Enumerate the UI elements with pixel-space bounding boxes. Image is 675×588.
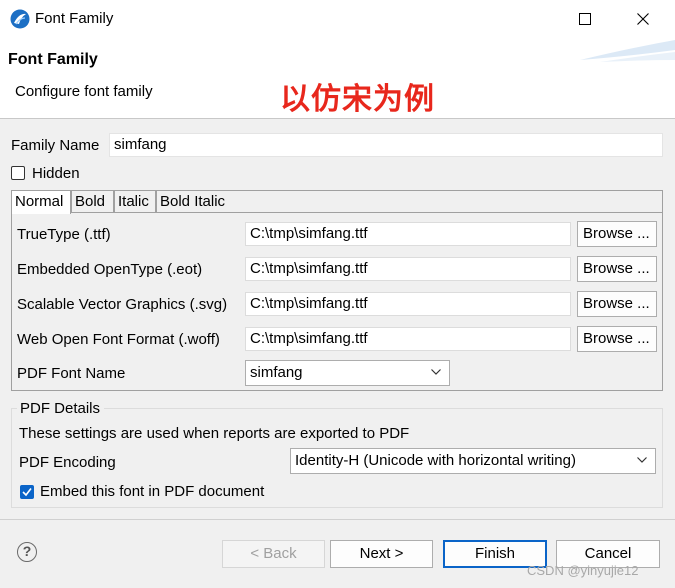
header-description: Configure font family (15, 83, 153, 100)
pdf-encoding-label: PDF Encoding (19, 454, 116, 471)
embed-font-checkbox[interactable] (20, 485, 34, 499)
woff-label: Web Open Font Format (.woff) (17, 331, 220, 348)
truetype-path-input[interactable]: C:\tmp\simfang.ttf (245, 222, 571, 246)
pdf-details-description: These settings are used when reports are… (19, 425, 410, 442)
pdf-details-title: PDF Details (20, 400, 101, 417)
svg-label: Scalable Vector Graphics (.svg) (17, 296, 228, 313)
header-decoration (580, 40, 675, 62)
maximize-icon (579, 13, 591, 25)
truetype-label: TrueType (.ttf) (17, 226, 111, 243)
truetype-browse-button[interactable]: Browse ... (577, 221, 657, 247)
header-title: Font Family (8, 51, 98, 68)
eot-path-input[interactable]: C:\tmp\simfang.ttf (245, 257, 571, 281)
hidden-label: Hidden (32, 165, 80, 182)
eot-label: Embedded OpenType (.eot) (17, 261, 203, 278)
help-icon[interactable]: ? (17, 542, 37, 562)
watermark-text: CSDN @yinyujie12 (527, 563, 639, 578)
next-button[interactable]: Next > (330, 540, 433, 568)
pdf-font-name-select[interactable]: simfang (245, 360, 450, 386)
pdf-encoding-value: Identity-H (Unicode with horizontal writ… (295, 452, 576, 469)
chevron-down-icon (431, 369, 441, 375)
back-button[interactable]: < Back (222, 540, 325, 568)
tab-normal[interactable]: Normal (11, 190, 71, 214)
svg-browse-button[interactable]: Browse ... (577, 291, 657, 317)
window-titlebar: Font Family (0, 0, 675, 38)
family-name-label: Family Name (11, 137, 100, 154)
window-title: Font Family (35, 10, 114, 27)
woff-path-input[interactable]: C:\tmp\simfang.ttf (245, 327, 571, 351)
checkmark-icon (22, 488, 32, 497)
woff-browse-button[interactable]: Browse ... (577, 326, 657, 352)
app-logo-icon (10, 9, 30, 29)
pdf-font-name-label: PDF Font Name (17, 365, 126, 382)
family-name-input[interactable]: simfang (109, 133, 663, 157)
embed-font-label: Embed this font in PDF document (40, 483, 265, 500)
eot-browse-button[interactable]: Browse ... (577, 256, 657, 282)
tab-bold[interactable]: Bold (71, 190, 114, 213)
tab-italic[interactable]: Italic (114, 190, 156, 213)
maximize-button[interactable] (562, 0, 608, 38)
annotation-text: 以仿宋为例 (280, 83, 435, 116)
close-icon (637, 13, 649, 25)
hidden-checkbox[interactable] (11, 166, 25, 180)
tab-bold-italic[interactable]: Bold Italic (156, 190, 663, 213)
pdf-font-name-value: simfang (250, 364, 303, 381)
svg-path-input[interactable]: C:\tmp\simfang.ttf (245, 292, 571, 316)
footer-separator (0, 519, 675, 520)
close-button[interactable] (620, 0, 666, 38)
chevron-down-icon (637, 457, 647, 463)
pdf-encoding-select[interactable]: Identity-H (Unicode with horizontal writ… (290, 448, 656, 474)
dialog-header: Font Family Configure font family 以仿宋为例 (0, 38, 675, 119)
